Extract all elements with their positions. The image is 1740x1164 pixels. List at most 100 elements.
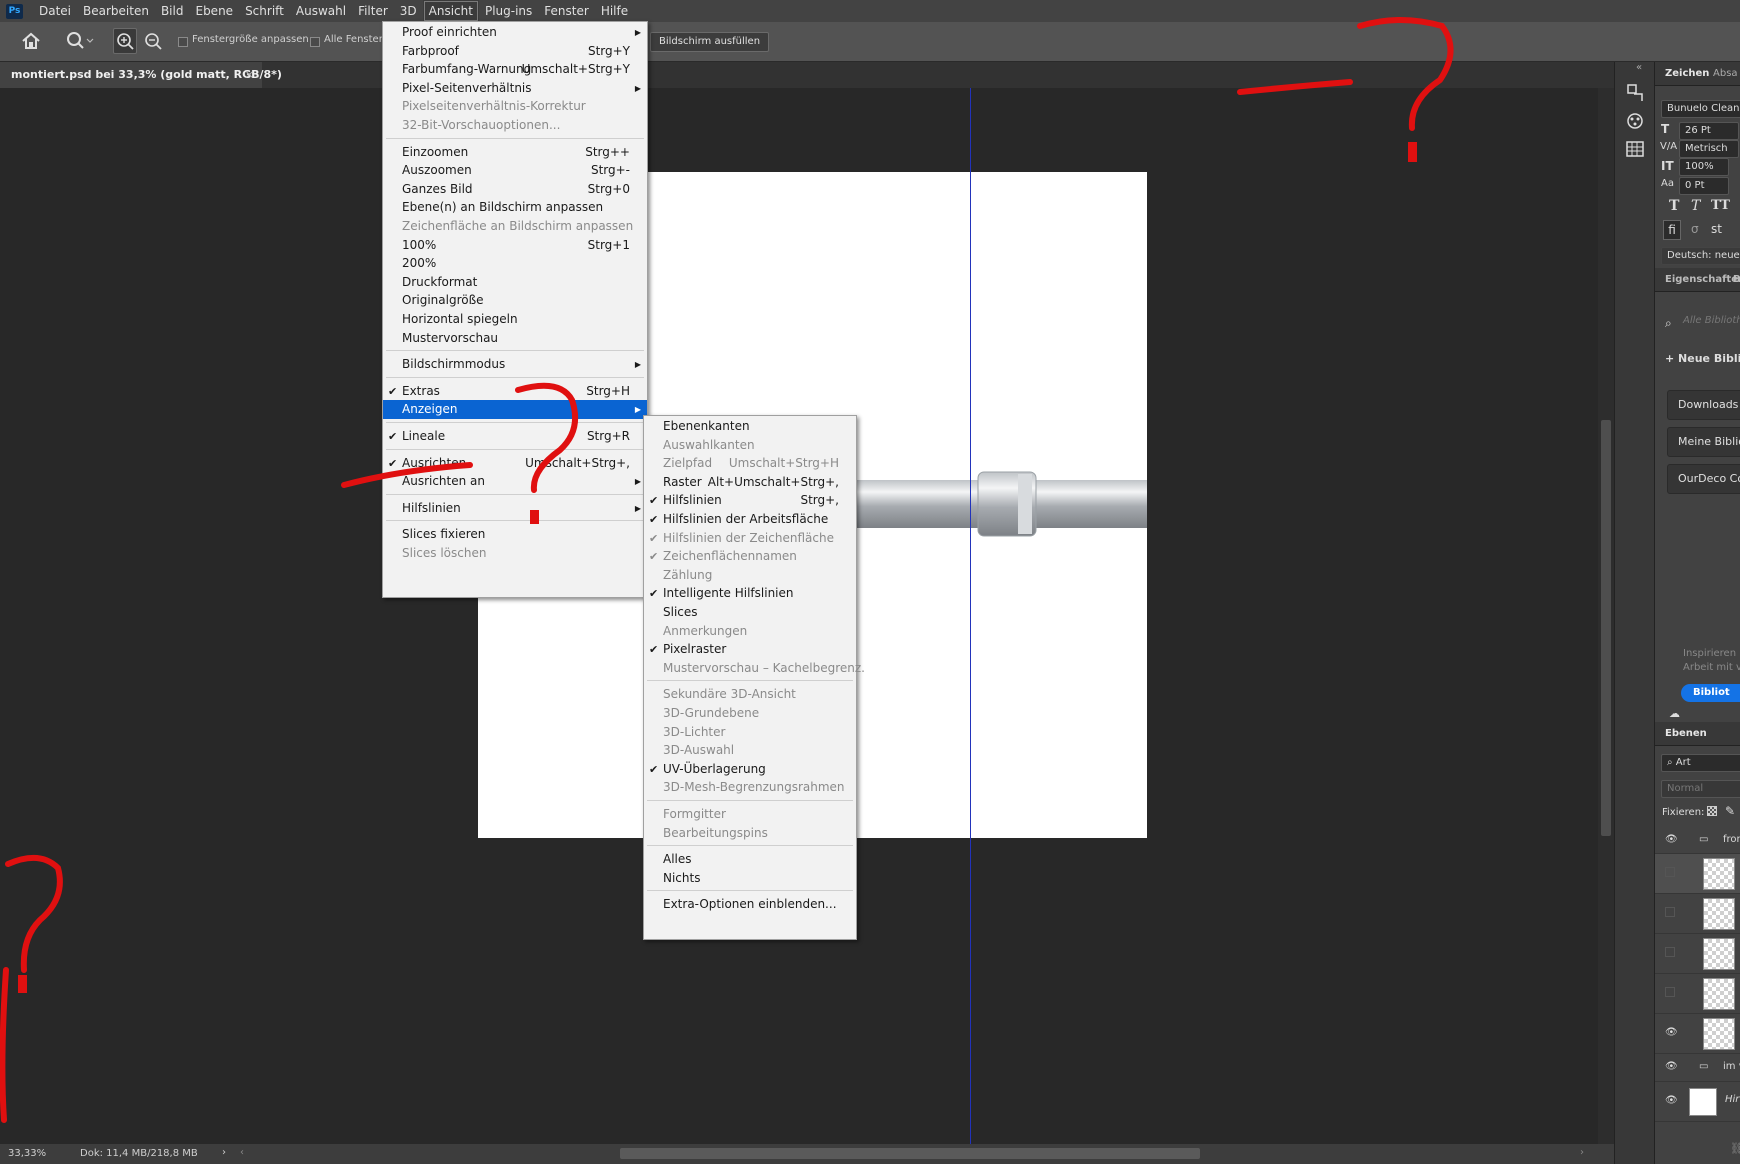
layer-group-row[interactable]: 👁 ▭ im v <box>1655 1054 1740 1082</box>
layer-row[interactable] <box>1655 974 1740 1014</box>
layer-group-row[interactable]: 👁 ▭ fron <box>1655 828 1740 854</box>
visibility-eye-icon[interactable] <box>1665 907 1675 917</box>
visibility-eye-icon[interactable]: 👁 <box>1665 1061 1678 1072</box>
vertical-scroll-thumb[interactable] <box>1601 420 1611 836</box>
menu-item-ebenenkanten[interactable]: Ebenenkanten <box>644 417 856 436</box>
new-library-button[interactable]: + Neue Biblic <box>1665 352 1740 365</box>
background-layer-row[interactable]: 👁 Hir <box>1655 1082 1740 1122</box>
menu-hilfe[interactable]: Hilfe <box>595 0 634 22</box>
menu-schrift[interactable]: Schrift <box>239 0 290 22</box>
menu-filter[interactable]: Filter <box>352 0 394 22</box>
menu-item-hilfslinien-der-arbeitsflache[interactable]: ✔ Hilfslinien der Arbeitsfläche <box>644 510 856 529</box>
menu-item-100[interactable]: 100% Strg+1 <box>383 236 647 255</box>
menu-item-hilfslinien[interactable]: ✔ Hilfslinien Strg+, <box>644 491 856 510</box>
menu-item-lineale[interactable]: ✔ Lineale Strg+R <box>383 427 647 446</box>
color-wheel-icon[interactable] <box>1624 110 1646 132</box>
layer-row[interactable] <box>1655 934 1740 974</box>
menu-item-einzoomen[interactable]: Einzoomen Strg++ <box>383 143 647 162</box>
zoom-out-icon[interactable] <box>142 29 164 53</box>
library-item-downloads[interactable]: Downloads <box>1667 390 1740 420</box>
italic-icon[interactable]: T <box>1691 198 1700 214</box>
menu-item-ausrichten[interactable]: ✔ Ausrichten Umschalt+Strg+, <box>383 454 647 473</box>
menu-item-pixelraster[interactable]: ✔ Pixelraster <box>644 640 856 659</box>
collapse-icon[interactable]: « <box>1636 62 1654 73</box>
menu-item-hilfslinien[interactable]: Hilfslinien ▶ <box>383 499 647 518</box>
menu-item-raster[interactable]: Raster Alt+Umschalt+Strg+, <box>644 473 856 492</box>
layer-row[interactable]: 👁 <box>1655 1014 1740 1054</box>
menu-bild[interactable]: Bild <box>155 0 190 22</box>
tab-libraries[interactable]: B <box>1733 274 1740 285</box>
menu-item-200[interactable]: 200% <box>383 254 647 273</box>
menu-item-ebene-n-an-bildschirm-anpassen[interactable]: Ebene(n) an Bildschirm anpassen <box>383 198 647 217</box>
menu-item-mustervorschau[interactable]: Mustervorschau <box>383 329 647 348</box>
fit-window-checkbox[interactable] <box>178 37 188 47</box>
lock-pixels-icon[interactable]: ✎ <box>1725 804 1735 818</box>
swash-icon[interactable]: st <box>1711 222 1722 236</box>
library-item-meine-bibliot[interactable]: Meine Bibliot <box>1667 427 1740 457</box>
menu-ansicht[interactable]: Ansicht <box>422 0 479 22</box>
menu-bearbeiten[interactable]: Bearbeiten <box>77 0 155 22</box>
zoom-tool-icon[interactable] <box>65 30 95 52</box>
all-windows-checkbox[interactable] <box>310 37 320 47</box>
home-icon[interactable] <box>20 31 42 51</box>
scroll-right-icon[interactable]: › <box>1580 1147 1584 1158</box>
vertical-scale-field[interactable]: 100% <box>1679 158 1729 176</box>
menu-item-ausrichten-an[interactable]: Ausrichten an ▶ <box>383 472 647 491</box>
font-size-field[interactable]: 26 Pt <box>1679 122 1739 140</box>
menu-item-slices[interactable]: Slices <box>644 603 856 622</box>
visibility-eye-icon[interactable]: 👁 <box>1665 1095 1678 1106</box>
vertical-guide[interactable] <box>970 88 971 1144</box>
menu-item-pixel-seitenverhaltnis[interactable]: Pixel-Seitenverhältnis ▶ <box>383 79 647 98</box>
language-field[interactable]: Deutsch: neue R <box>1661 247 1740 265</box>
menu-auswahl[interactable]: Auswahl <box>290 0 352 22</box>
menu-fenster[interactable]: Fenster <box>538 0 595 22</box>
layer-filter-field[interactable]: ⌕ Art <box>1661 754 1740 772</box>
tab-absatz[interactable]: Absa <box>1713 68 1738 79</box>
menu-item-ganzes-bild[interactable]: Ganzes Bild Strg+0 <box>383 180 647 199</box>
visibility-eye-icon[interactable]: 👁 <box>1665 834 1678 845</box>
menu-item-originalgro-e[interactable]: Originalgröße <box>383 291 647 310</box>
menu-item-anzeigen[interactable]: Anzeigen ▶ <box>383 400 647 420</box>
layer-row[interactable] <box>1655 894 1740 934</box>
libraries-cta-button[interactable]: Bibliot <box>1681 684 1740 702</box>
menu-item-intelligente-hilfslinien[interactable]: ✔ Intelligente Hilfslinien <box>644 584 856 603</box>
tab-ebenen[interactable]: Ebenen <box>1665 728 1707 739</box>
cloud-icon[interactable]: ☁ <box>1669 707 1680 720</box>
ligatures-icon[interactable]: fi <box>1663 220 1681 240</box>
link-layers-icon[interactable]: ⛓ <box>1730 1142 1740 1155</box>
menu-item-proof-einrichten[interactable]: Proof einrichten ▶ <box>383 23 647 42</box>
menu-item-druckformat[interactable]: Druckformat <box>383 273 647 292</box>
visibility-eye-icon[interactable] <box>1665 947 1675 957</box>
close-tab-icon[interactable]: × <box>245 62 254 88</box>
menu-item-alles[interactable]: Alles <box>644 850 856 869</box>
lock-transparency-icon[interactable] <box>1707 806 1717 816</box>
bold-icon[interactable]: T <box>1669 198 1679 214</box>
zoom-level[interactable]: 33,33% <box>8 1148 46 1159</box>
menu-plug-ins[interactable]: Plug-ins <box>479 0 538 22</box>
tab-zeichen[interactable]: Zeichen <box>1665 68 1709 79</box>
kerning-field[interactable]: Metrisch <box>1679 140 1739 158</box>
visibility-eye-icon[interactable]: 👁 <box>1665 1027 1678 1038</box>
menu-item-bildschirmmodus[interactable]: Bildschirmmodus ▶ <box>383 355 647 374</box>
menu-3d[interactable]: 3D <box>394 0 423 22</box>
all-caps-icon[interactable]: TT <box>1711 198 1730 213</box>
old-style-icon[interactable]: σ <box>1691 222 1699 236</box>
library-item-ourdeco-colo[interactable]: OurDeco Colo <box>1667 464 1740 494</box>
fill-screen-button[interactable]: Bildschirm ausfüllen <box>650 32 770 52</box>
menu-item-nichts[interactable]: Nichts <box>644 869 856 888</box>
blend-mode-select[interactable]: Normal <box>1661 780 1740 798</box>
document-tab[interactable]: montiert.psd bei 33,3% (gold matt, RGB/8… <box>0 62 282 88</box>
menu-item-auszoomen[interactable]: Auszoomen Strg+- <box>383 161 647 180</box>
scroll-left-icon[interactable]: ‹ <box>240 1147 244 1158</box>
zoom-in-icon[interactable] <box>113 28 137 54</box>
library-search-input[interactable]: Alle Biblioth <box>1683 315 1740 326</box>
menu-item-extra-optionen-einblenden[interactable]: Extra-Optionen einblenden... <box>644 895 856 914</box>
menu-item-farbumfang-warnung[interactable]: Farbumfang-Warnung Umschalt+Strg+Y <box>383 60 647 79</box>
menu-datei[interactable]: Datei <box>33 0 77 22</box>
status-more-icon[interactable]: › <box>222 1147 226 1158</box>
menu-item-farbproof[interactable]: Farbproof Strg+Y <box>383 42 647 61</box>
visibility-eye-icon[interactable] <box>1665 987 1675 997</box>
tab-eigenschaften[interactable]: Eigenschaften <box>1665 274 1740 285</box>
menu-item-uv-uberlagerung[interactable]: ✔ UV-Überlagerung <box>644 760 856 779</box>
horizontal-scroll-thumb[interactable] <box>620 1148 1200 1159</box>
